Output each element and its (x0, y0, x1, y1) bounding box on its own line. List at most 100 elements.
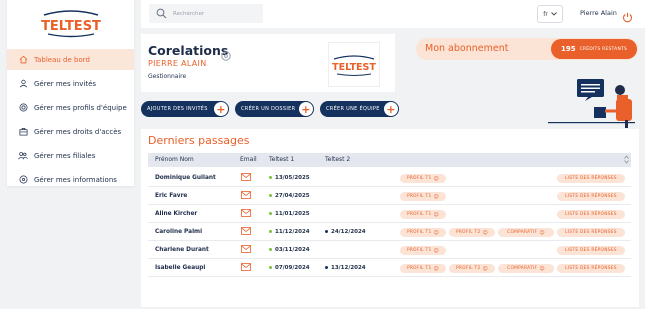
users-icon (18, 151, 28, 161)
sidebar-item-access-rights[interactable]: Gérer mes droits d'accès (7, 121, 134, 142)
envelope-icon[interactable] (241, 263, 251, 273)
user-icon: ☺ (433, 229, 440, 236)
teltest1-value: 11/01/2025 (275, 211, 310, 217)
answers-list-button[interactable]: LISTE DES RÉPONSES (557, 264, 625, 273)
language-select[interactable]: fr (537, 5, 563, 23)
person-at-desk-illustration (548, 79, 635, 128)
guest-name: Eric Favre (155, 193, 188, 199)
status-dot (325, 230, 328, 233)
table-row: Isabelle Geaupi 07/09/2024 13/12/2024 PR… (148, 260, 631, 277)
envelope-icon[interactable] (241, 245, 251, 255)
answers-list-button[interactable]: LISTE DES RÉPONSES (557, 192, 625, 201)
sidebar-item-dashboard[interactable]: Tableau de bord (7, 49, 134, 70)
table-row: Dominique Guilant 13/05/2025 PROFIL T1 ☺ … (148, 170, 631, 187)
pill-label: LISTE DES RÉPONSES (565, 194, 617, 199)
profile-t1-button[interactable]: PROFIL T1 ☺ (400, 264, 446, 273)
pill-label: LISTE DES RÉPONSES (565, 266, 617, 271)
comparison-button[interactable]: COMPARATIF ☺ (498, 228, 554, 237)
teltest2-date: 13/12/2024 (325, 265, 366, 271)
create-team-button[interactable]: CRÉER UNE ÉQUIPE + (320, 101, 399, 117)
table-row: Charlene Durant 03/11/2024 PROFIL T1 ☺ LI… (148, 242, 631, 259)
sort-chevron-icon[interactable] (624, 155, 629, 166)
guest-name: Caroline Palmi (155, 229, 203, 235)
sidebar-item-guests[interactable]: Gérer mes invités (7, 73, 134, 94)
column-header-name: Prénom Nom (155, 156, 194, 163)
topbar: Rechercher fr Pierre Alain (141, 0, 645, 28)
sidebar-item-team-profiles[interactable]: Gérer mes profils d'équipe (7, 97, 134, 118)
status-dot (269, 212, 272, 215)
envelope-icon[interactable] (241, 173, 251, 183)
pill-label: PROFIL T1 (406, 230, 432, 235)
info-icon (18, 175, 28, 185)
info-circle-icon[interactable] (221, 46, 231, 65)
search-input[interactable]: Rechercher (149, 4, 263, 23)
answers-list-button[interactable]: LISTE DES RÉPONSES (557, 246, 625, 255)
status-dot (269, 266, 272, 269)
profile-t1-button[interactable]: PROFIL T1 ☺ (400, 174, 446, 183)
search-icon (156, 8, 167, 19)
recent-passages-panel: Derniers passages Prénom Nom Email Telte… (141, 129, 639, 307)
user-icon: ☺ (482, 229, 489, 236)
sidebar: TELTEST Tableau de bord Gérer mes invité… (7, 0, 134, 186)
envelope-icon[interactable] (241, 209, 251, 219)
profile-t2-button[interactable]: PROFIL T2 ☺ (449, 228, 495, 237)
teltest1-value: 27/04/2025 (275, 193, 310, 199)
teltest1-date: 11/01/2025 (269, 211, 310, 217)
sidebar-item-subsidiaries[interactable]: Gérer mes filiales (7, 145, 134, 166)
column-header-email: Email (240, 156, 257, 163)
status-dot (269, 230, 272, 233)
teltest1-value: 11/12/2024 (275, 229, 310, 235)
add-guests-button[interactable]: AJOUTER DES INVITÉS + (141, 101, 229, 117)
plus-icon: + (214, 102, 228, 116)
status-dot (269, 248, 272, 251)
pill-label: LISTE DES RÉPONSES (565, 212, 617, 217)
sidebar-item-information[interactable]: Gérer mes informations (7, 169, 134, 190)
create-folder-button[interactable]: CRÉER UN DOSSIER + (235, 101, 314, 117)
column-header-teltest2: Teltest 2 (325, 156, 351, 163)
teltest1-date: 27/04/2025 (269, 193, 310, 199)
table-row: Caroline Palmi 11/12/2024 24/12/2024 PRO… (148, 224, 631, 241)
organization-logo: TELTEST (328, 42, 380, 87)
teltest1-date: 11/12/2024 (269, 229, 310, 235)
answers-list-button[interactable]: LISTE DES RÉPONSES (557, 174, 625, 183)
profile-t1-button[interactable]: PROFIL T1 ☺ (400, 228, 446, 237)
profile-t2-button[interactable]: PROFIL T2 ☺ (449, 264, 495, 273)
guest-name: Isabelle Geaupi (155, 265, 206, 271)
subscription-card[interactable]: Mon abonnement 195 CRÉDITS RESTANTS (416, 38, 638, 60)
user-icon: ☺ (482, 265, 489, 272)
guest-name: Charlene Durant (155, 247, 209, 253)
user-icon: ☺ (433, 193, 440, 200)
profile-t1-button[interactable]: PROFIL T1 ☺ (400, 210, 446, 219)
teltest1-date: 13/05/2025 (269, 175, 310, 181)
answers-list-button[interactable]: LISTE DES RÉPONSES (557, 210, 625, 219)
credits-label: CRÉDITS RESTANTS (579, 46, 628, 52)
pill-label: PROFIL T2 (455, 266, 481, 271)
pill-label: PROFIL T1 (406, 176, 432, 181)
profile-t1-button[interactable]: PROFIL T1 ☺ (400, 246, 446, 255)
profile-t1-button[interactable]: PROFIL T1 ☺ (400, 192, 446, 201)
topbar-user-name[interactable]: Pierre Alain (580, 9, 617, 17)
column-header-teltest1: Teltest 1 (269, 156, 295, 163)
status-dot (325, 266, 328, 269)
plus-icon: + (299, 102, 313, 116)
teltest1-value: 07/09/2024 (275, 265, 310, 271)
sidebar-item-label: Gérer mes droits d'accès (34, 127, 122, 136)
manager-name: PIERRE ALAIN (148, 59, 207, 68)
sidebar-item-label: Gérer mes invités (34, 79, 97, 88)
teltest2-value: 24/12/2024 (331, 229, 366, 235)
comparison-button[interactable]: COMPARATIF ☺ (498, 264, 554, 273)
envelope-icon[interactable] (241, 191, 251, 201)
answers-list-button[interactable]: LISTE DES RÉPONSES (557, 228, 625, 237)
envelope-icon[interactable] (241, 227, 251, 237)
pill-label: PROFIL T1 (406, 248, 432, 253)
logo[interactable]: TELTEST (7, 0, 134, 44)
pill-label: LISTE DES RÉPONSES (565, 176, 617, 181)
chevron-down-icon (550, 11, 557, 18)
pill-label: LISTE DES RÉPONSES (565, 248, 617, 253)
status-dot (269, 176, 272, 179)
power-icon[interactable] (622, 8, 633, 27)
sidebar-item-label: Tableau de bord (34, 55, 90, 64)
guest-name: Aline Kircher (155, 211, 198, 217)
create-folder-label: CRÉER UN DOSSIER (241, 106, 296, 112)
logo-text: TELTEST (332, 62, 376, 73)
